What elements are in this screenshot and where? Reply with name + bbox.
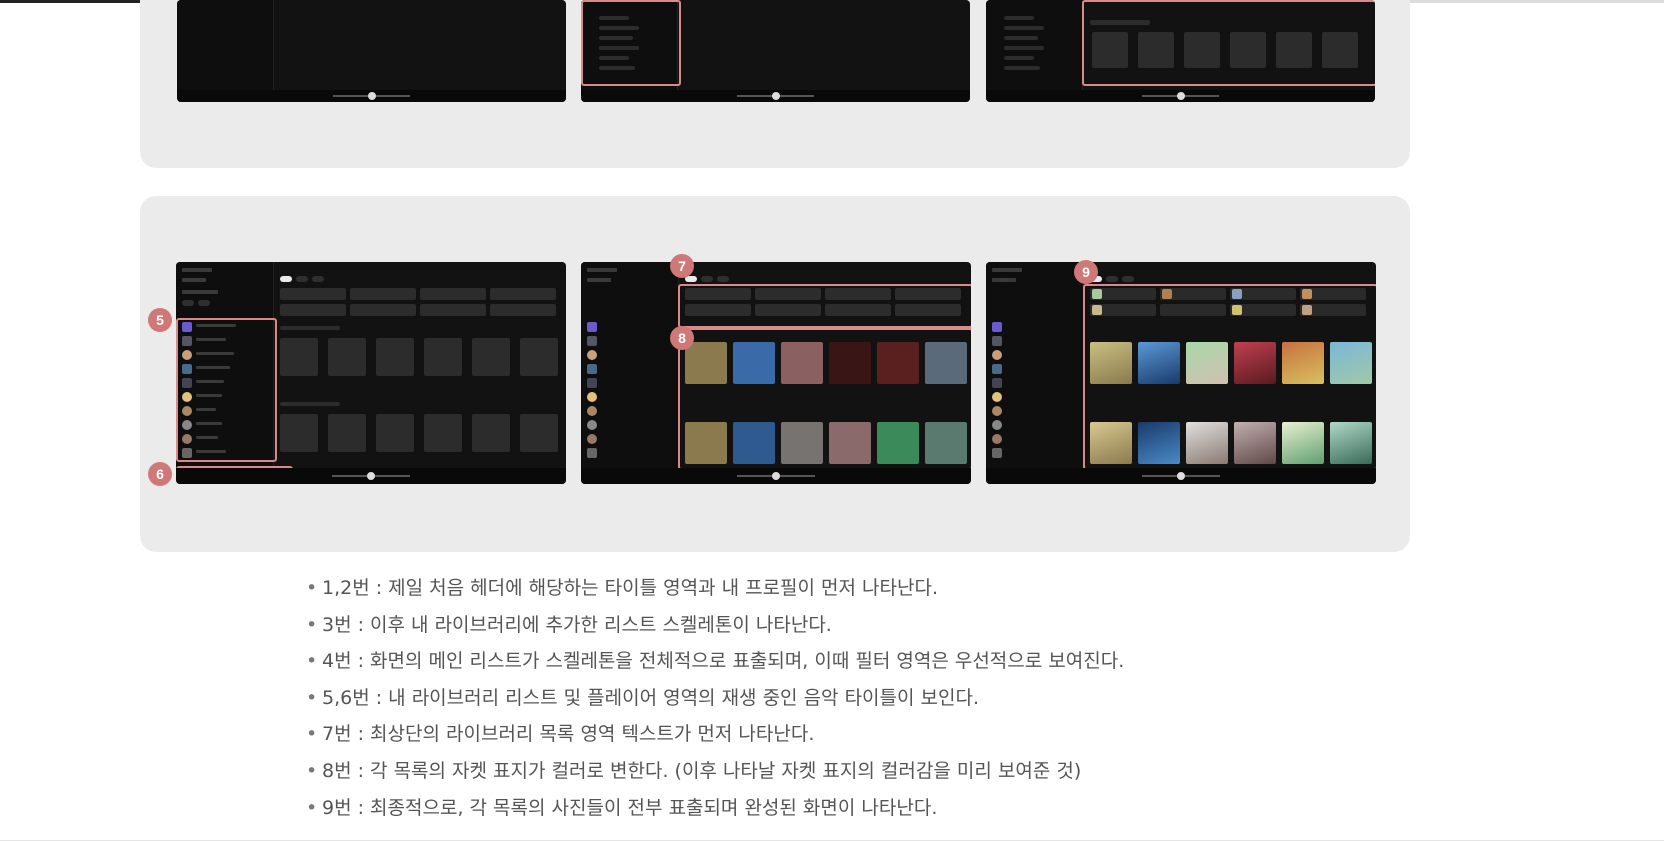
screenshot-panel-bottom: 5 6 7 8 9 [140, 196, 1410, 552]
highlight-box-3 [581, 0, 681, 86]
step-badge-9: 9 [1074, 260, 1098, 284]
bottom-divider [0, 840, 1664, 841]
player-bar [986, 90, 1375, 102]
step-badge-6: 6 [148, 462, 172, 486]
list-item: • 4번 : 화면의 메인 리스트가 스켈레톤을 전체적으로 표출되며, 이때 필… [306, 650, 1125, 673]
highlight-box-9 [1083, 284, 1376, 470]
app-screenshot-3 [986, 0, 1375, 102]
player-bar [581, 468, 971, 484]
step-badge-8: 8 [670, 326, 694, 350]
list-item: • 3번 : 이후 내 라이브러리에 추가한 리스트 스켈레톤이 나타난다. [306, 613, 832, 636]
list-item: • 5,6번 : 내 라이브러리 리스트 및 플레이어 영역의 재생 중인 음악 … [306, 686, 980, 709]
sidebar-library [986, 262, 1084, 472]
note-text: 5,6번 : 내 라이브러리 리스트 및 플레이어 영역의 재생 중인 음악 타… [322, 686, 980, 709]
list-item: • 1,2번 : 제일 처음 헤더에 해당하는 타이틀 영역과 내 프로필이 먼저… [306, 577, 939, 599]
highlight-box-7 [678, 284, 971, 328]
app-screenshot-7 [581, 262, 971, 484]
step-badge-5: 5 [148, 308, 172, 332]
player-bar [986, 468, 1376, 484]
note-text: 7번 : 최상단의 라이브러리 목록 영역 텍스트가 먼저 나타난다. [322, 723, 815, 746]
note-text: 3번 : 이후 내 라이브러리에 추가한 리스트 스켈레톤이 나타난다. [322, 613, 832, 636]
note-text: 1,2번 : 제일 처음 헤더에 해당하는 타이틀 영역과 내 프로필이 먼저 … [322, 577, 939, 599]
list-item: • 8번 : 각 목록의 자켓 표지가 컬러로 변한다. (이후 나타날 자켓 표… [306, 759, 1082, 782]
app-screenshot-9 [986, 262, 1376, 484]
sidebar-skeleton [986, 0, 1083, 90]
list-item: • 9번 : 최종적으로, 각 목록의 사진들이 전부 표출되며 완성된 화면이 … [306, 796, 938, 819]
player-bar [581, 90, 970, 102]
step-badge-7: 7 [670, 254, 694, 278]
app-screenshot-1 [177, 0, 566, 102]
sidebar-skeleton [177, 0, 274, 90]
note-text: 9번 : 최종적으로, 각 목록의 사진들이 전부 표출되며 완성된 화면이 나… [322, 796, 938, 819]
step-notes-list: • 1,2번 : 제일 처음 헤더에 해당하는 타이틀 영역과 내 프로필이 먼저… [306, 570, 1124, 826]
app-screenshot-2 [581, 0, 970, 102]
highlight-box-5 [176, 318, 277, 462]
note-text: 4번 : 화면의 메인 리스트가 스켈레톤을 전체적으로 표출되며, 이때 필터… [322, 650, 1125, 673]
player-bar [177, 90, 566, 102]
sidebar-library [581, 262, 679, 472]
player-bar [176, 468, 566, 484]
screenshot-panel-top [140, 0, 1410, 168]
highlight-box-4 [1082, 0, 1375, 86]
app-screenshot-5 [176, 262, 566, 484]
highlight-box-8 [678, 328, 971, 470]
list-item: • 7번 : 최상단의 라이브러리 목록 영역 텍스트가 먼저 나타난다. [306, 723, 815, 746]
note-text: 8번 : 각 목록의 자켓 표지가 컬러로 변한다. (이후 나타날 자켓 표지… [322, 759, 1082, 782]
